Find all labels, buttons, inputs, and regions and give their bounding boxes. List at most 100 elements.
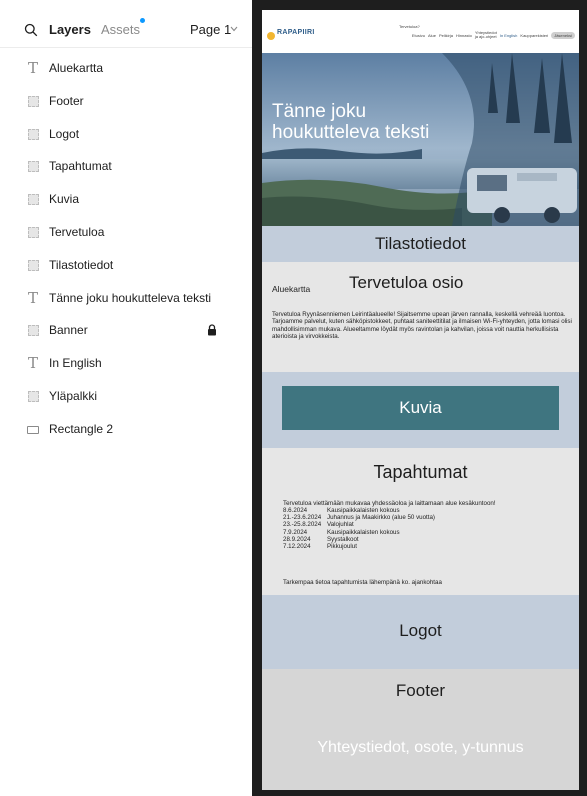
layer-label: Logot	[49, 126, 80, 141]
event-date: 21.-23.6.2024	[283, 514, 322, 522]
hero-banner[interactable]: Tänne joku houkutteleva teksti	[262, 53, 579, 226]
layer-label: Tänne joku houkutteleva teksti	[49, 290, 212, 305]
site-nav: Etusivu Alue Pelikirja Hinnasto Yhteysti…	[412, 31, 575, 39]
assets-notification-dot	[140, 18, 145, 23]
layer-label: Kuvia	[49, 192, 80, 207]
event-name: Pikkujoulut	[327, 542, 357, 550]
events-intro: Tervetuloa viettämään mukavaa yhdessäolo…	[283, 500, 496, 507]
nav-contact-line: ja ajo-ohjeet	[474, 34, 497, 39]
events-list: 8.6.2024 Kausipaikkalaisten kokous 21.-23…	[283, 507, 435, 550]
layer-item-logot[interactable]: Logot	[0, 118, 252, 151]
layer-label: Tilastotiedot	[49, 257, 114, 272]
nav-over-label: Tervetuloa?	[399, 24, 420, 29]
logos-section[interactable]: Logot	[262, 595, 579, 669]
events-title: Tapahtumat	[373, 462, 468, 482]
frame-icon	[28, 161, 39, 173]
chevron-down-icon[interactable]	[230, 26, 238, 32]
list-item: 8.6.2024 Kausipaikkalaisten kokous	[283, 507, 435, 514]
stats-section[interactable]: Tilastotiedot	[262, 226, 579, 262]
logo-sun-icon	[267, 32, 275, 40]
footer-title: Footer	[395, 681, 446, 700]
layer-item-ylapalkki[interactable]: Yläpalkki	[0, 380, 252, 413]
layer-item-tilastotiedot[interactable]: Tilastotiedot	[0, 249, 252, 282]
site-logo[interactable]: RAPAPIIRI	[277, 29, 315, 36]
event-name: Kausipaikkalaisten kokous	[327, 528, 400, 536]
list-item: 28.9.2024 Syystalkoot	[283, 536, 435, 543]
layer-item-aluekartta[interactable]: T Aluekartta	[0, 52, 252, 85]
tab-assets[interactable]: Assets	[101, 22, 140, 37]
event-date: 23.-25.8.2024	[283, 521, 322, 529]
nav-link[interactable]: Pelikirja	[439, 33, 453, 38]
events-section[interactable]: Tapahtumat Tervetuloa viettämään mukavaa…	[262, 448, 579, 595]
page-frame[interactable]: RAPAPIIRI Tervetuloa? Etusivu Alue Pelik…	[262, 10, 579, 790]
layer-label: Aluekartta	[49, 61, 104, 75]
design-canvas[interactable]: RAPAPIIRI Tervetuloa? Etusivu Alue Pelik…	[252, 0, 587, 796]
nav-link[interactable]: Kaupparekisteri	[520, 33, 548, 38]
layer-label: In English	[49, 356, 102, 371]
page-selector[interactable]: Page 1	[190, 22, 231, 37]
event-name: Syystalkoot	[327, 535, 359, 543]
top-bar[interactable]: RAPAPIIRI Tervetuloa? Etusivu Alue Pelik…	[262, 10, 579, 53]
events-outro: Tarkempaa tietoa tapahtumista lähempänä …	[283, 579, 442, 586]
frame-icon	[28, 194, 39, 206]
layer-label: Footer	[49, 93, 84, 108]
frame-icon	[28, 128, 39, 140]
event-date: 7.9.2024	[283, 528, 308, 536]
search-icon[interactable]	[24, 23, 38, 37]
nav-link[interactable]: Alue	[428, 33, 436, 38]
frame-icon	[28, 259, 39, 271]
area-map-label[interactable]: Aluekartta	[272, 284, 310, 294]
pictures-section[interactable]: Kuvia	[262, 372, 579, 448]
nav-link[interactable]: Etusivu	[412, 33, 425, 38]
nav-link-contact[interactable]: Yhteystiedot ja ajo-ohjeet	[475, 31, 497, 39]
layers-list: T Aluekartta Footer Logot Tapahtumat Kuv…	[0, 52, 252, 446]
list-item: 7.12.2024 Pikkujoulut	[283, 543, 435, 550]
rectangle-icon	[27, 425, 39, 434]
list-item: 21.-23.6.2024 Juhannus ja Maakirkko (alue…	[283, 514, 435, 521]
layer-item-tapahtumat[interactable]: Tapahtumat	[0, 150, 252, 183]
event-name: Juhannus ja Maakirkko (alue 50 vuotta)	[327, 514, 435, 522]
layer-item-rectangle-2[interactable]: Rectangle 2	[0, 413, 252, 446]
pictures-button-label: Kuvia	[399, 398, 442, 417]
event-name: Valojuhlat	[327, 521, 354, 529]
footer-section[interactable]: Footer Yhteystiedot, osote, y-tunnus	[262, 669, 579, 790]
lock-icon[interactable]	[207, 324, 217, 336]
frame-icon	[28, 95, 39, 107]
nav-link[interactable]: Hinnasto	[456, 33, 472, 38]
layer-label: Rectangle 2	[49, 421, 114, 436]
tab-layers[interactable]: Layers	[49, 22, 91, 37]
list-item: 7.9.2024 Kausipaikkalaisten kokous	[283, 529, 435, 536]
nav-link-english[interactable]: In English	[500, 33, 518, 38]
event-date: 7.12.2024	[283, 542, 311, 550]
layer-label: Banner	[49, 323, 88, 338]
text-icon: T	[27, 354, 38, 373]
layer-item-kuvia[interactable]: Kuvia	[0, 183, 252, 216]
layer-label: Yläpalkki	[49, 388, 98, 403]
layer-item-hero-text[interactable]: T Tänne joku houkutteleva teksti	[0, 282, 252, 315]
stats-title: Tilastotiedot	[374, 234, 467, 253]
event-date: 28.9.2024	[283, 535, 311, 543]
layers-panel: Layers Assets Page 1 T Aluekartta Footer…	[0, 0, 252, 796]
nav-join-button[interactable]: Jäseneksi	[551, 31, 575, 39]
footer-contact-info: Yhteystiedot, osote, y-tunnus	[317, 739, 524, 756]
layer-item-banner[interactable]: Banner	[0, 314, 252, 347]
event-date: 8.6.2024	[283, 507, 308, 514]
layer-item-in-english[interactable]: T In English	[0, 347, 252, 380]
layer-label: Tervetuloa	[49, 224, 105, 239]
text-icon: T	[27, 59, 38, 77]
event-name: Kausipaikkalaisten kokous	[327, 507, 400, 514]
frame-icon	[28, 226, 39, 238]
list-item: 23.-25.8.2024 Valojuhlat	[283, 521, 435, 528]
panel-header: Layers Assets Page 1	[0, 0, 252, 48]
welcome-section[interactable]: Aluekartta Tervetuloa osio Tervetuloa Ry…	[262, 262, 579, 372]
layer-item-footer[interactable]: Footer	[0, 85, 252, 118]
text-icon: T	[27, 288, 38, 307]
welcome-title: Tervetuloa osio	[349, 273, 464, 292]
pictures-button[interactable]: Kuvia	[282, 386, 559, 430]
hero-headline[interactable]: Tänne joku houkutteleva teksti	[272, 101, 429, 143]
layer-item-tervetuloa[interactable]: Tervetuloa	[0, 216, 252, 249]
welcome-body: Tervetuloa Ryynäsenniemen Leirintäalueel…	[272, 311, 572, 341]
logos-title: Logot	[399, 621, 442, 640]
frame-icon	[28, 325, 39, 337]
layer-label: Tapahtumat	[49, 159, 112, 174]
